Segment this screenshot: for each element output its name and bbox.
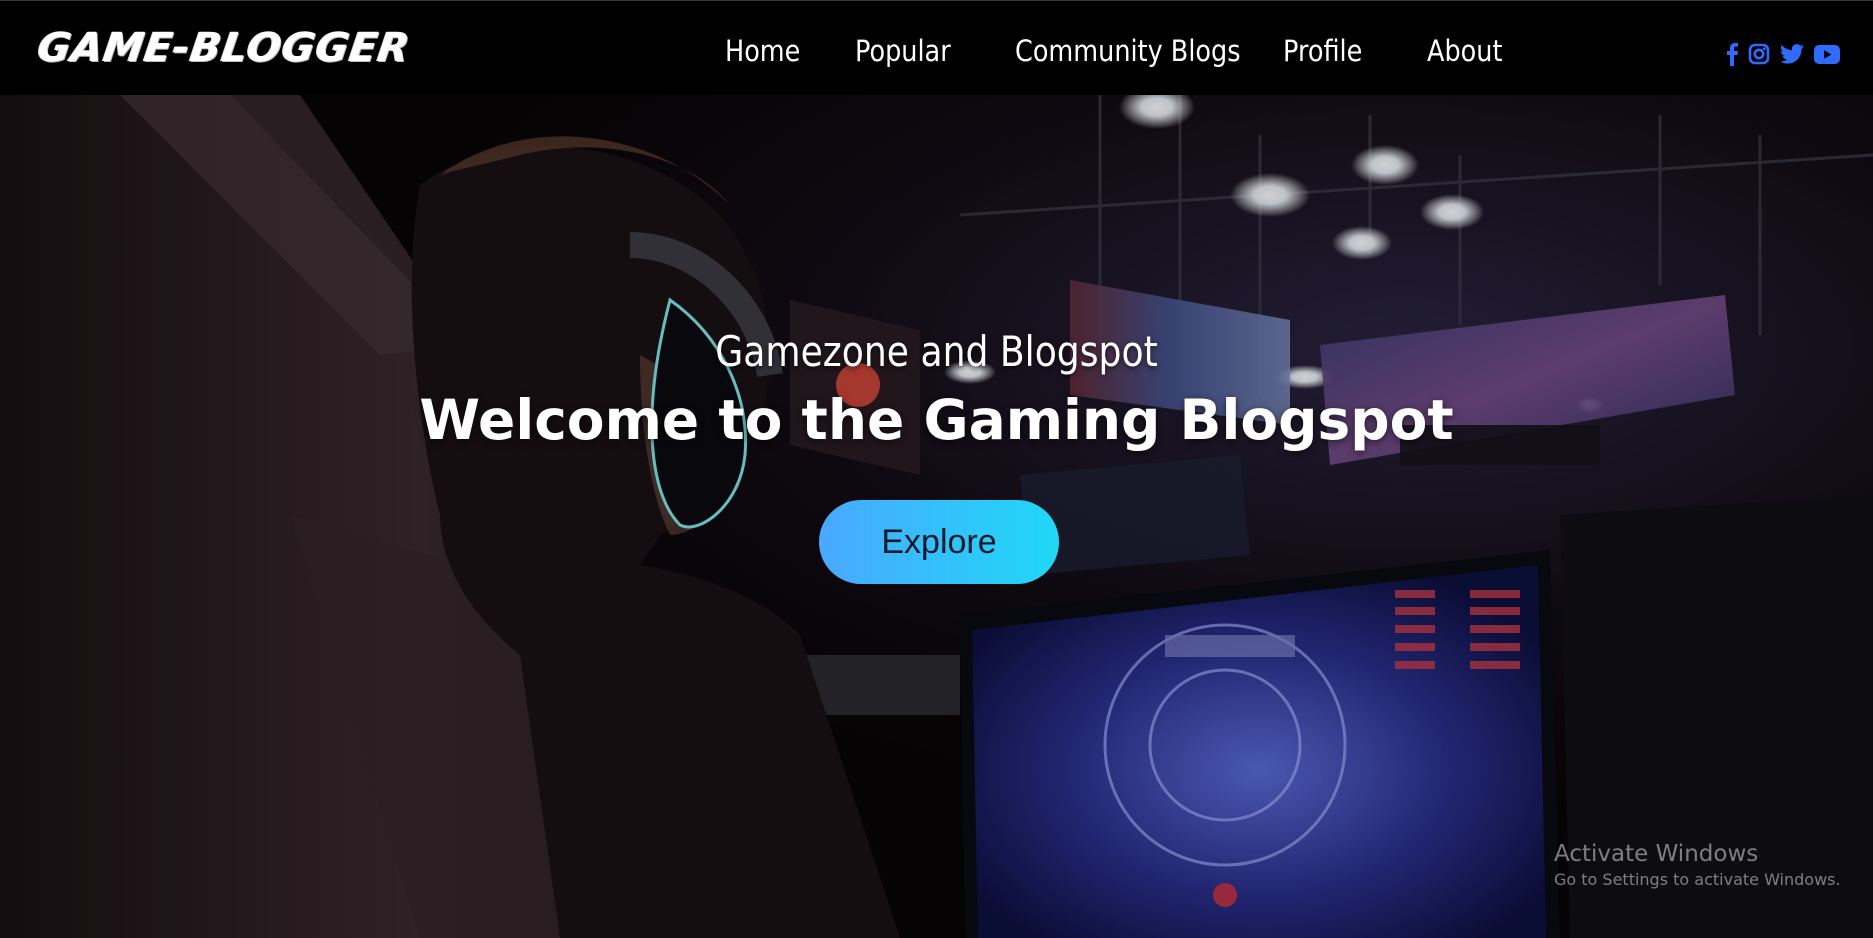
- explore-button[interactable]: Explore: [819, 500, 1059, 584]
- page: GAME-BLOGGER Home Popular Community Blog…: [0, 0, 1873, 938]
- main-nav: Home Popular Community Blogs Profile Abo…: [725, 37, 1551, 66]
- nav-link-popular[interactable]: Popular: [855, 37, 957, 66]
- hero-title: Welcome to the Gaming Blogspot: [419, 388, 1454, 452]
- hero-subtitle: Gamezone and Blogspot: [715, 327, 1158, 376]
- social-links: [1726, 42, 1840, 66]
- hero-section: Gamezone and Blogspot Welcome to the Gam…: [0, 95, 1873, 938]
- activate-windows-watermark: Activate Windows Go to Settings to activ…: [1554, 839, 1841, 891]
- nav-link-community-blogs[interactable]: Community Blogs: [1015, 37, 1241, 66]
- navbar: GAME-BLOGGER Home Popular Community Blog…: [0, 0, 1873, 95]
- site-logo[interactable]: GAME-BLOGGER: [35, 25, 413, 71]
- watermark-subtitle: Go to Settings to activate Windows.: [1554, 870, 1841, 889]
- instagram-icon[interactable]: [1748, 43, 1770, 65]
- youtube-icon[interactable]: [1814, 44, 1840, 64]
- watermark-title: Activate Windows: [1554, 841, 1759, 867]
- nav-link-home[interactable]: Home: [725, 37, 801, 66]
- nav-link-profile[interactable]: Profile: [1283, 37, 1371, 66]
- nav-link-about[interactable]: About: [1427, 37, 1502, 66]
- facebook-icon[interactable]: [1726, 42, 1738, 66]
- twitter-icon[interactable]: [1780, 44, 1804, 64]
